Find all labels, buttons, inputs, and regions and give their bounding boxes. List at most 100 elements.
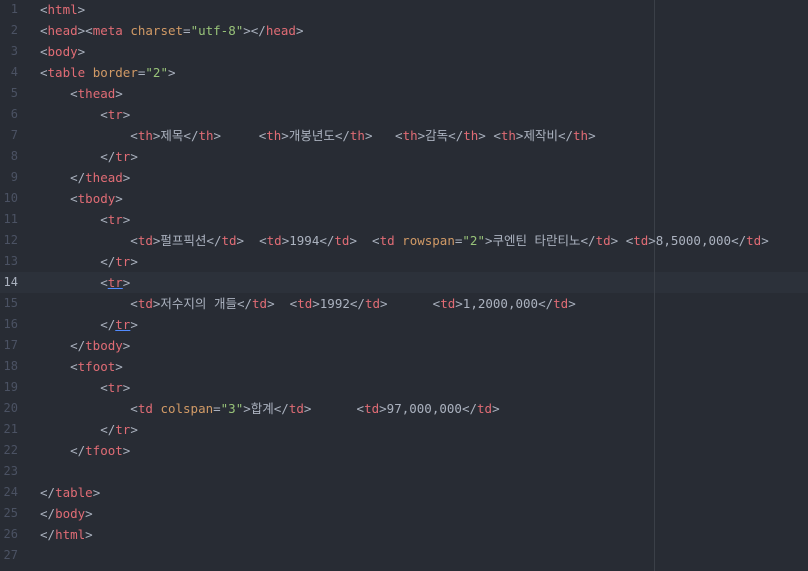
- code-line[interactable]: <th>제목</th> <th>개봉년도</th> <th>감독</th> <t…: [40, 125, 595, 146]
- code-line[interactable]: <table border="2">: [40, 62, 176, 83]
- code-line[interactable]: </tr>: [40, 146, 138, 167]
- code-line[interactable]: </html>: [40, 524, 93, 545]
- code-line[interactable]: <body>: [40, 41, 85, 62]
- tag-token: th: [266, 128, 282, 143]
- code-line[interactable]: </body>: [40, 503, 93, 524]
- text-token: <: [40, 65, 48, 80]
- text-token: <: [40, 2, 48, 17]
- code-line[interactable]: <td colspan="3">합계</td> <td>97,000,000</…: [40, 398, 500, 419]
- tag-token: body: [55, 506, 86, 521]
- tag-token: tr: [107, 275, 123, 290]
- line-number: 14: [3, 275, 18, 289]
- code-line[interactable]: <thead>: [40, 83, 123, 104]
- tag-token: meta: [92, 23, 123, 38]
- text-token: >: [122, 380, 131, 395]
- tag-token: body: [47, 44, 78, 59]
- tag-token: table: [47, 65, 86, 80]
- code-line[interactable]: <tr>: [40, 104, 130, 125]
- tag-token: td: [746, 233, 762, 248]
- text-token: <: [40, 86, 78, 101]
- line-number: 26: [3, 527, 18, 541]
- string-token: "utf-8": [190, 23, 244, 38]
- text-token: >: [122, 107, 131, 122]
- text-token: <: [40, 23, 48, 38]
- text-token: >: [130, 422, 138, 437]
- text-token: </: [40, 443, 86, 458]
- text-token: >: [122, 170, 131, 185]
- tag-token: tr: [115, 254, 131, 269]
- code-line[interactable]: <td>펄프픽션</td> <td>1994</td> <td rowspan=…: [40, 230, 768, 251]
- text-token: <: [40, 128, 138, 143]
- text-token: >: [115, 191, 123, 206]
- text-token: >: [568, 296, 576, 311]
- line-number: 21: [3, 422, 18, 436]
- code-line[interactable]: </tr>: [40, 251, 138, 272]
- text-token: >: [115, 86, 123, 101]
- text-token: >97,000,000</: [379, 401, 477, 416]
- text-token: >: [77, 44, 86, 59]
- line-number: 12: [3, 233, 18, 247]
- code-editor[interactable]: 1 2 3 4 5 6 7 8 9 10 11 12 13 14 15 16 17 18 19 20 21 22 23 24 2…: [0, 0, 808, 571]
- code-line[interactable]: </table>: [40, 482, 100, 503]
- text-token: <: [40, 107, 108, 122]
- code-line[interactable]: </tfoot>: [40, 440, 130, 461]
- code-line[interactable]: <tr>: [40, 272, 130, 293]
- code-line[interactable]: </tr>: [40, 419, 138, 440]
- text-token: =: [213, 401, 221, 416]
- code-line[interactable]: <td>저수지의 개들</td> <td>1992</td> <td>1,200…: [40, 293, 576, 314]
- tag-token: tbody: [85, 338, 123, 353]
- text-token: > <: [364, 128, 403, 143]
- text-token: >: [295, 23, 304, 38]
- code-line[interactable]: <tbody>: [40, 188, 123, 209]
- text-token: >쿠엔틴 타란티노</: [484, 233, 596, 248]
- tag-token: td: [364, 296, 380, 311]
- line-number: 5: [10, 86, 18, 100]
- code-line[interactable]: <tr>: [40, 209, 130, 230]
- tag-token: thead: [77, 86, 116, 101]
- text-token: >: [122, 338, 131, 353]
- text-token: >: [92, 485, 101, 500]
- code-line[interactable]: <html>: [40, 0, 85, 20]
- tag-token: td: [297, 296, 313, 311]
- tag-token: td: [266, 233, 282, 248]
- text-token: >: [122, 212, 131, 227]
- tag-token: th: [137, 128, 153, 143]
- tag-token: td: [553, 296, 569, 311]
- tag-token: head: [47, 23, 78, 38]
- string-token: "2": [462, 233, 485, 248]
- code-line[interactable]: <head><meta charset="utf-8"></head>: [40, 20, 303, 41]
- line-number: 23: [3, 464, 18, 478]
- string-token: "3": [220, 401, 244, 416]
- line-number: 10: [3, 191, 18, 205]
- text-token: >: [492, 401, 500, 416]
- tag-token: td: [334, 233, 350, 248]
- tag-token: td: [137, 401, 153, 416]
- text-token: </: [40, 170, 86, 185]
- text-token: >개봉년도</: [281, 128, 350, 143]
- text-token: </: [40, 422, 116, 437]
- line-number: 11: [3, 212, 18, 226]
- tag-token: th: [198, 128, 214, 143]
- code-line[interactable]: </tr>: [40, 314, 138, 335]
- attribute-token: border: [92, 65, 138, 80]
- line-number: 9: [10, 170, 18, 184]
- line-number: 25: [3, 506, 18, 520]
- code-line[interactable]: </thead>: [40, 167, 130, 188]
- text-token: >제목</: [152, 128, 199, 143]
- code-line[interactable]: </tbody>: [40, 335, 130, 356]
- text-token: > <: [610, 233, 634, 248]
- line-number-gutter: 1 2 3 4 5 6 7 8 9 10 11 12 13 14 15 16 17 18 19 20 21 22 23 24 2…: [0, 0, 30, 571]
- text-token: </: [40, 149, 116, 164]
- line-number: 4: [10, 65, 18, 79]
- line-number: 6: [10, 107, 18, 121]
- text-token: >1,2000,000</: [455, 296, 554, 311]
- line-number: 15: [3, 296, 18, 310]
- text-token: </: [40, 338, 86, 353]
- code-line[interactable]: <tr>: [40, 377, 130, 398]
- tag-token: td: [595, 233, 611, 248]
- text-token: >1994</: [281, 233, 335, 248]
- text-token: >: [85, 527, 93, 542]
- code-line[interactable]: <tfoot>: [40, 356, 123, 377]
- text-token: </: [40, 254, 116, 269]
- attribute-token: colspan: [160, 401, 214, 416]
